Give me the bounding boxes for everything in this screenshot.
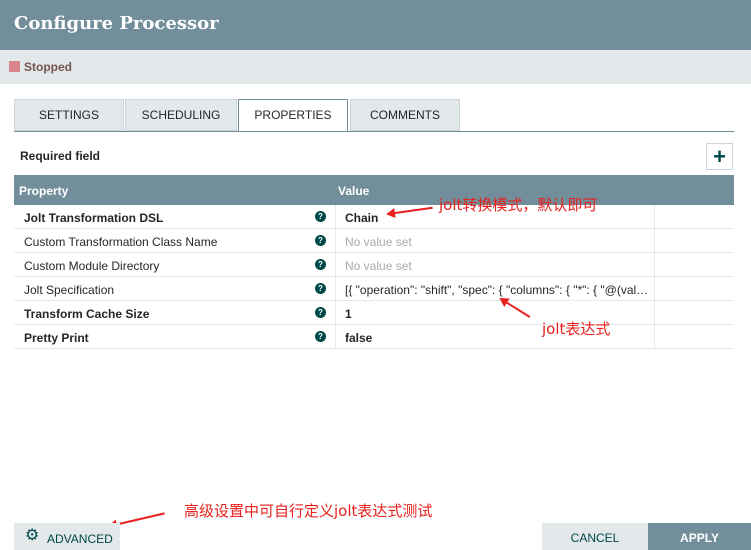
property-value[interactable]: No value set <box>345 235 653 249</box>
apply-button[interactable]: APPLY <box>648 523 751 550</box>
column-divider <box>654 229 655 253</box>
advanced-button[interactable]: ⚙ ADVANCED <box>14 523 120 550</box>
column-divider <box>335 229 336 253</box>
dialog-title: Configure Processor <box>14 13 219 34</box>
table-row[interactable]: Jolt Transformation DSL ? Chain <box>14 205 734 229</box>
property-name: Transform Cache Size <box>24 307 150 321</box>
property-value[interactable]: [{ "operation": "shift", "spec": { "colu… <box>345 283 653 297</box>
table-row[interactable]: Pretty Print ? false <box>14 325 734 349</box>
gear-icon: ⚙ <box>25 527 40 544</box>
column-divider <box>335 277 336 301</box>
tab-settings[interactable]: SETTINGS <box>14 99 124 131</box>
column-divider <box>335 325 336 349</box>
column-header-property[interactable]: Property <box>19 184 68 198</box>
plus-icon: + <box>713 144 726 169</box>
stopped-icon <box>9 61 20 72</box>
column-header-value[interactable]: Value <box>338 184 369 198</box>
property-name: Jolt Transformation DSL <box>24 211 164 225</box>
annotation-spec: jolt表达式 <box>542 320 611 338</box>
property-name: Custom Transformation Class Name <box>24 235 218 249</box>
required-field-label: Required field <box>20 149 101 163</box>
column-divider <box>335 253 336 277</box>
property-name: Pretty Print <box>24 331 89 345</box>
advanced-label: ADVANCED <box>47 532 113 546</box>
table-row[interactable]: Custom Module Directory ? No value set <box>14 253 734 277</box>
property-name: Jolt Specification <box>24 283 115 297</box>
question-icon[interactable]: ? <box>315 211 326 222</box>
column-divider <box>654 301 655 325</box>
tab-properties[interactable]: PROPERTIES <box>238 99 348 132</box>
table-header: Property Value <box>14 175 734 205</box>
properties-table: Property Value Jolt Transformation DSL ?… <box>14 175 734 349</box>
annotation-advanced: 高级设置中可自行定义jolt表达式测试 <box>184 502 433 520</box>
tab-scheduling[interactable]: SCHEDULING <box>125 99 237 131</box>
column-divider <box>654 253 655 277</box>
column-divider <box>654 277 655 301</box>
table-row[interactable]: Jolt Specification ? [{ "operation": "sh… <box>14 277 734 301</box>
table-row[interactable]: Transform Cache Size ? 1 <box>14 301 734 325</box>
cancel-button[interactable]: CANCEL <box>542 523 648 550</box>
question-icon[interactable]: ? <box>315 235 326 246</box>
column-divider <box>654 325 655 349</box>
column-divider <box>335 205 336 229</box>
tab-comments[interactable]: COMMENTS <box>350 99 460 131</box>
question-icon[interactable]: ? <box>315 259 326 270</box>
status-bar: Stopped <box>0 50 751 84</box>
column-divider <box>654 205 655 229</box>
add-property-button[interactable]: + <box>706 143 733 170</box>
property-name: Custom Module Directory <box>24 259 160 273</box>
status-text: Stopped <box>24 60 72 74</box>
dialog-header: Configure Processor <box>0 0 751 50</box>
column-divider <box>335 301 336 325</box>
question-icon[interactable]: ? <box>315 283 326 294</box>
annotation-dsl: jolt转换模式，默认即可 <box>439 196 598 214</box>
property-value[interactable]: No value set <box>345 259 653 273</box>
tab-divider <box>14 131 734 132</box>
table-row[interactable]: Custom Transformation Class Name ? No va… <box>14 229 734 253</box>
question-icon[interactable]: ? <box>315 331 326 342</box>
question-icon[interactable]: ? <box>315 307 326 318</box>
